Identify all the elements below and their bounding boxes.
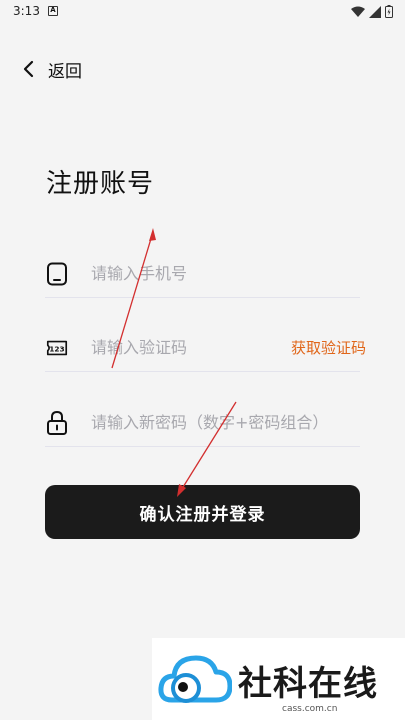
phone-field	[45, 250, 360, 298]
page-title: 注册账号	[46, 169, 155, 199]
code-icon: 123	[45, 336, 69, 360]
phone-input[interactable]	[91, 258, 360, 289]
watermark-text: 社科在线	[238, 664, 378, 704]
wifi-icon	[351, 6, 365, 17]
status-icons	[351, 5, 393, 18]
lock-icon	[45, 410, 69, 435]
password-field	[45, 399, 360, 447]
back-label: 返回	[48, 61, 82, 82]
register-login-label: 确认注册并登录	[139, 504, 266, 525]
annotation-arrowhead-up	[149, 228, 156, 241]
password-input[interactable]	[91, 407, 360, 438]
back-button[interactable]: 返回	[22, 56, 82, 82]
cloud-logo-icon	[158, 655, 232, 703]
get-code-button[interactable]: 获取验证码	[291, 337, 366, 358]
notification-icon: A	[48, 6, 58, 16]
verification-code-input[interactable]	[91, 332, 291, 363]
chevron-left-icon	[23, 60, 34, 78]
status-time: 3:13	[13, 4, 40, 18]
code-field: 123 获取验证码	[45, 324, 366, 372]
watermark: 社科在线 cass.com.cn	[152, 638, 405, 720]
battery-icon	[385, 5, 393, 18]
signal-icon	[369, 5, 381, 18]
status-bar: 3:13 A	[0, 0, 405, 24]
register-login-button[interactable]: 确认注册并登录	[45, 485, 360, 539]
svg-text:123: 123	[49, 344, 64, 353]
phone-icon	[45, 262, 69, 286]
watermark-url: cass.com.cn	[282, 704, 338, 714]
